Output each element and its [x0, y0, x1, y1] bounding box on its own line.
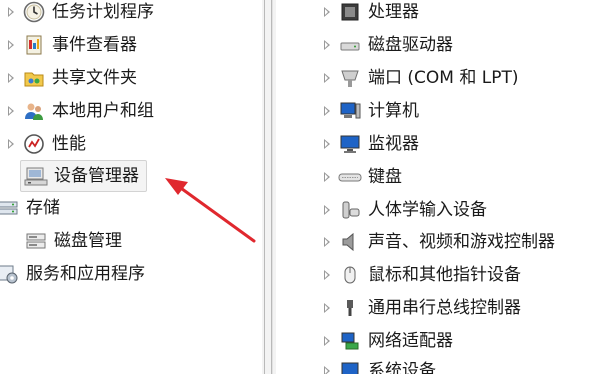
expand-arrow-icon[interactable] [324, 172, 330, 182]
device-category-label: 监视器 [368, 134, 419, 154]
keyboard-icon [338, 165, 362, 189]
expand-arrow-icon[interactable] [8, 106, 14, 116]
device-category-disk-drives[interactable]: 磁盘驱动器 [320, 30, 453, 60]
device-category-network-adapters[interactable]: 网络适配器 [320, 326, 453, 356]
tree-item-label: 服务和应用程序 [26, 264, 145, 284]
performance-icon [22, 132, 46, 156]
tree-item-performance[interactable]: 性能 [4, 129, 86, 159]
tree-item-label: 任务计划程序 [52, 2, 154, 22]
disk-management-icon [24, 229, 48, 253]
expand-arrow-icon[interactable] [324, 270, 330, 280]
expand-arrow-icon[interactable] [324, 73, 330, 83]
tree-item-event-viewer[interactable]: 事件查看器 [4, 30, 137, 60]
expand-arrow-icon[interactable] [324, 40, 330, 50]
tree-item-task-scheduler[interactable]: 任务计划程序 [4, 0, 154, 27]
tree-item-label: 本地用户和组 [52, 101, 154, 121]
pane-splitter[interactable] [262, 0, 276, 374]
expand-arrow-icon[interactable] [8, 40, 14, 50]
tree-item-disk-management[interactable]: 磁盘管理 [24, 226, 122, 256]
expand-arrow-icon[interactable] [8, 73, 14, 83]
tree-item-storage[interactable]: 存储 [0, 193, 60, 223]
monitor-icon [338, 132, 362, 156]
storage-icon [0, 196, 20, 220]
shared-folders-icon [22, 66, 46, 90]
sound-icon [338, 230, 362, 254]
device-category-label: 通用串行总线控制器 [368, 298, 521, 318]
device-category-label: 声音、视频和游戏控制器 [368, 232, 555, 252]
expand-arrow-icon[interactable] [324, 7, 330, 17]
tree-item-label: 设备管理器 [54, 166, 139, 186]
device-category-label: 端口 (COM 和 LPT) [368, 68, 519, 88]
event-viewer-icon [22, 33, 46, 57]
expand-arrow-icon[interactable] [324, 205, 330, 215]
device-category-hid[interactable]: 人体学输入设备 [320, 195, 487, 225]
processor-icon [338, 0, 362, 24]
computer-icon [338, 99, 362, 123]
expand-arrow-icon[interactable] [324, 366, 330, 374]
device-category-sound[interactable]: 声音、视频和游戏控制器 [320, 227, 555, 257]
tree-item-label: 性能 [52, 134, 86, 154]
device-category-label: 计算机 [368, 101, 419, 121]
device-category-label: 键盘 [368, 167, 402, 187]
device-category-keyboards[interactable]: 键盘 [320, 162, 402, 192]
device-category-mice[interactable]: 鼠标和其他指针设备 [320, 260, 521, 290]
system-devices-icon [338, 359, 362, 374]
tree-item-shared-folders[interactable]: 共享文件夹 [4, 63, 137, 93]
expand-arrow-icon[interactable] [324, 139, 330, 149]
tree-item-local-users-groups[interactable]: 本地用户和组 [4, 96, 154, 126]
expand-arrow-icon[interactable] [324, 237, 330, 247]
device-category-usb[interactable]: 通用串行总线控制器 [320, 293, 521, 323]
hid-icon [338, 198, 362, 222]
device-manager-icon [24, 164, 48, 188]
device-category-label: 系统设备 [368, 361, 436, 374]
tree-item-label: 事件查看器 [52, 35, 137, 55]
device-category-label: 处理器 [368, 2, 419, 22]
device-category-processors[interactable]: 处理器 [320, 0, 419, 27]
services-applications-icon [0, 262, 20, 286]
device-category-monitors[interactable]: 监视器 [320, 129, 419, 159]
task-scheduler-clock-icon [22, 0, 46, 24]
tree-item-label: 存储 [26, 198, 60, 218]
local-users-groups-icon [22, 99, 46, 123]
device-category-label: 网络适配器 [368, 331, 453, 351]
device-category-computer[interactable]: 计算机 [320, 96, 419, 126]
mouse-icon [338, 263, 362, 287]
expand-arrow-icon[interactable] [324, 336, 330, 346]
device-category-label: 磁盘驱动器 [368, 35, 453, 55]
expand-arrow-icon[interactable] [324, 106, 330, 116]
tree-item-label: 磁盘管理 [54, 231, 122, 251]
expand-arrow-icon[interactable] [8, 139, 14, 149]
device-category-ports[interactable]: 端口 (COM 和 LPT) [320, 63, 519, 93]
usb-icon [338, 296, 362, 320]
device-category-label: 人体学输入设备 [368, 200, 487, 220]
network-adapter-icon [338, 329, 362, 353]
device-tree: 处理器 磁盘驱动器 端口 (COM 和 LPT) 计算机 监视器 键盘 人体学输… [276, 0, 592, 374]
computer-management-tree: 任务计划程序 事件查看器 共享文件夹 本地用户和组 性能 设备管理器 存储 磁盘… [0, 0, 262, 374]
tree-item-label: 共享文件夹 [52, 68, 137, 88]
disk-drive-icon [338, 33, 362, 57]
tree-item-services-applications[interactable]: 服务和应用程序 [0, 259, 145, 289]
expand-arrow-icon[interactable] [324, 303, 330, 313]
device-category-label: 鼠标和其他指针设备 [368, 265, 521, 285]
expand-arrow-icon[interactable] [8, 7, 14, 17]
tree-item-device-manager[interactable]: 设备管理器 [20, 160, 147, 192]
device-category-system-devices[interactable]: 系统设备 [320, 356, 436, 374]
port-icon [338, 66, 362, 90]
